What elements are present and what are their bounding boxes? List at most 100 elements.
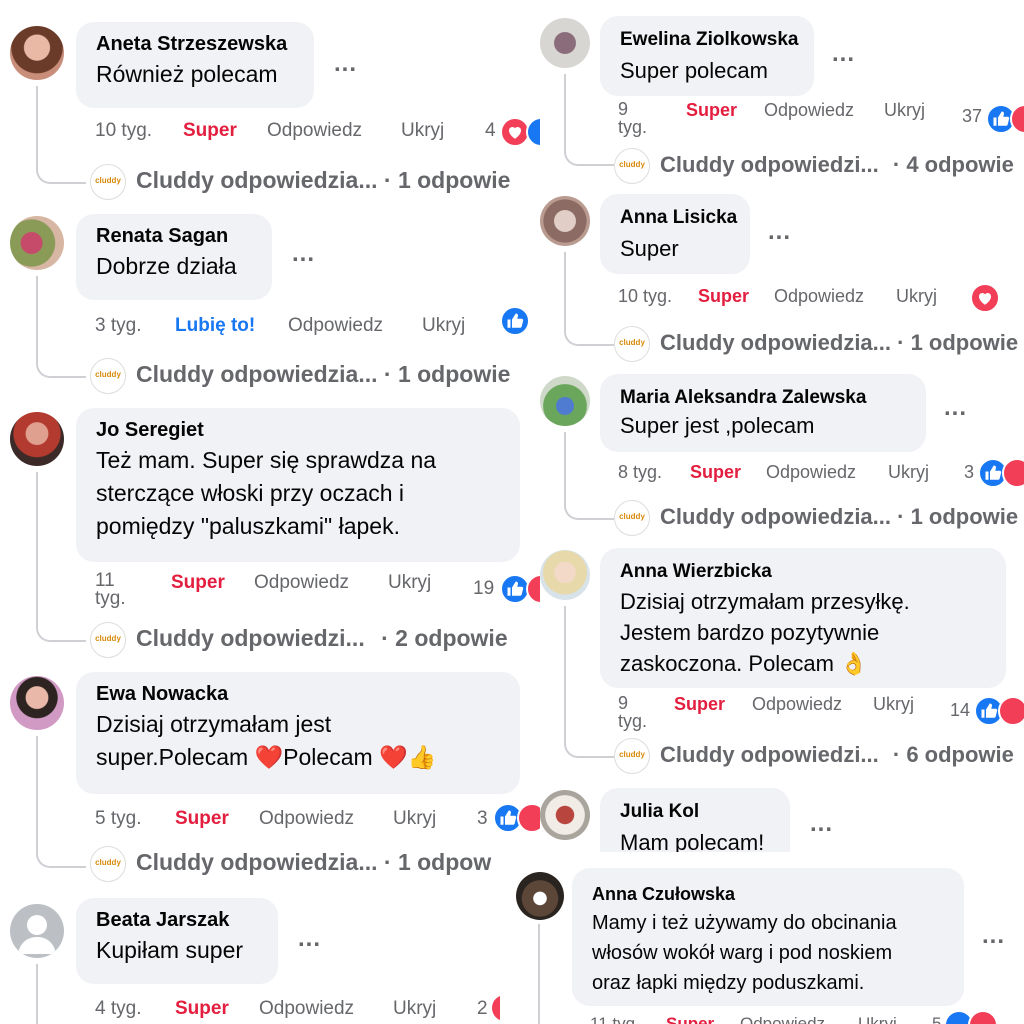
comment-time[interactable]: 10 tyg. [618,286,672,307]
reaction-label[interactable]: Super [686,100,737,121]
replies-count[interactable]: · 2 odpowie [381,625,508,651]
reply-link[interactable]: Odpowiedz [267,120,362,142]
love-reaction-icon [970,283,1000,313]
comment-bubble: Anna Wierzbicka Dzisiaj otrzymałam przes… [600,548,1006,688]
reply-link[interactable]: Odpowiedz [259,808,354,830]
reaction-label[interactable]: Super [175,808,229,830]
replies-label[interactable]: Cluddy odpowiedzi... [660,152,879,177]
view-replies[interactable]: cluddy Cluddy odpowiedzi... · 4 odpowie [614,148,1014,184]
replies-label[interactable]: Cluddy odpowiedzia... [660,330,891,355]
comment-time[interactable]: 9 tyg. [618,100,654,136]
reply-link[interactable]: Odpowiedz [259,998,354,1020]
reaction-label[interactable]: Super [175,998,229,1020]
avatar[interactable] [540,196,590,246]
comment-time[interactable]: 11 tyg. [590,1014,640,1024]
comment-author[interactable]: Renata Sagan [96,224,252,248]
replies-count[interactable]: · 1 odpow [384,849,491,875]
hide-link[interactable]: Ukryj [422,315,465,337]
reaction-label[interactable]: Super [674,694,725,715]
view-replies[interactable]: cluddy Cluddy odpowiedzia... · 1 odpowie [614,500,1018,536]
view-replies[interactable]: cluddy Cluddy odpowiedzia... · 1 odpow [90,846,491,882]
avatar[interactable] [516,872,564,920]
more-options-icon[interactable]: ... [944,394,967,422]
comment-time[interactable]: 3 tyg. [95,315,141,337]
avatar[interactable] [10,676,64,730]
replies-count[interactable]: · 1 odpowie [897,330,1018,355]
reaction-label[interactable]: Super [171,572,225,594]
more-options-icon[interactable]: ... [292,240,315,268]
replies-label[interactable]: Cluddy odpowiedzia... [136,849,378,875]
reaction-label[interactable]: Super [690,462,741,483]
more-options-icon[interactable]: ... [832,40,855,68]
comment-author[interactable]: Beata Jarszak [96,908,258,932]
reaction-label[interactable]: Super [666,1014,714,1024]
comment-author[interactable]: Aneta Strzeszewska [96,32,294,56]
reply-link[interactable]: Odpowiedz [774,286,864,307]
love-reaction-icon [998,696,1024,726]
comment-author[interactable]: Ewa Nowacka [96,682,500,706]
more-options-icon[interactable]: ... [982,922,1005,950]
view-replies[interactable]: cluddy Cluddy odpowiedzi... · 6 odpowie [614,738,1014,774]
avatar[interactable] [10,26,64,80]
hide-link[interactable]: Ukryj [884,100,925,121]
reaction-label[interactable]: Super [698,286,749,307]
comment-time[interactable]: 8 tyg. [618,462,662,483]
hide-link[interactable]: Ukryj [393,998,436,1020]
comment-time[interactable]: 10 tyg. [95,120,152,142]
avatar[interactable] [10,412,64,466]
hide-link[interactable]: Ukryj [896,286,937,307]
comment-author[interactable]: Maria Aleksandra Zalewska [620,386,906,410]
avatar[interactable] [10,216,64,270]
reaction-label[interactable]: Super [183,120,237,142]
comment-author[interactable]: Anna Wierzbicka [620,560,986,584]
comment-author[interactable]: Anna Lisicka [620,206,737,230]
replies-label[interactable]: Cluddy odpowiedzia... [660,504,891,529]
replies-count[interactable]: · 1 odpowie [897,504,1018,529]
view-replies[interactable]: cluddy Cluddy odpowiedzia... · 1 odpowie [90,164,510,200]
replies-count[interactable]: · 6 odpowie [893,742,1014,767]
more-options-icon[interactable]: ... [298,925,321,953]
replies-count[interactable]: · 1 odpowie [384,361,511,387]
hide-link[interactable]: Ukryj [873,694,914,715]
replies-label[interactable]: Cluddy odpowiedzia... [136,361,378,387]
view-replies[interactable]: cluddy Cluddy odpowiedzi... · 2 odpowie [90,622,508,658]
view-replies[interactable]: cluddy Cluddy odpowiedzia... · 1 odpowie [90,358,510,394]
comment-time[interactable]: 11 tyg. [95,571,135,608]
more-options-icon[interactable]: ... [334,50,357,78]
hide-link[interactable]: Ukryj [401,120,444,142]
reply-link[interactable]: Odpowiedz [740,1014,825,1024]
reaction-label[interactable]: Lubię to! [175,315,255,337]
comment-time[interactable]: 4 tyg. [95,998,141,1020]
hide-link[interactable]: Ukryj [888,462,929,483]
avatar[interactable] [540,376,590,426]
more-options-icon[interactable]: ... [810,810,833,838]
hide-link[interactable]: Ukryj [388,572,431,594]
reply-link[interactable]: Odpowiedz [254,572,349,594]
reply-link[interactable]: Odpowiedz [766,462,856,483]
replies-count[interactable]: · 4 odpowie [893,152,1014,177]
reply-link[interactable]: Odpowiedz [752,694,842,715]
avatar[interactable] [540,550,590,600]
view-replies[interactable]: cluddy Cluddy odpowiedzia... · 1 odpowie [614,326,1018,362]
replies-label[interactable]: Cluddy odpowiedzi... [660,742,879,767]
reply-link[interactable]: Odpowiedz [764,100,854,121]
comment-time[interactable]: 5 tyg. [95,808,141,830]
hide-link[interactable]: Ukryj [393,808,436,830]
comment-author[interactable]: Jo Seregiet [96,418,500,442]
comment-actions: 9 tyg. Super Odpowiedz Ukryj 37 [618,100,1024,136]
cluddy-logo-icon: cluddy [614,326,650,362]
comment-author[interactable]: Julia Kol [620,800,770,824]
replies-label[interactable]: Cluddy odpowiedzia... [136,167,378,193]
replies-count[interactable]: · 1 odpowie [384,167,511,193]
comment-author[interactable]: Anna Czułowska [592,882,944,906]
hide-link[interactable]: Ukryj [858,1014,897,1024]
more-options-icon[interactable]: ... [768,218,791,246]
avatar[interactable] [540,18,590,68]
reply-link[interactable]: Odpowiedz [288,315,383,337]
default-avatar-icon[interactable] [10,904,64,958]
avatar[interactable] [540,790,590,840]
replies-label[interactable]: Cluddy odpowiedzi... [136,625,365,651]
comment-time[interactable]: 9 tyg. [618,694,654,730]
reaction-count: 2 [477,998,488,1019]
comment-author[interactable]: Ewelina Ziolkowska [620,28,798,52]
